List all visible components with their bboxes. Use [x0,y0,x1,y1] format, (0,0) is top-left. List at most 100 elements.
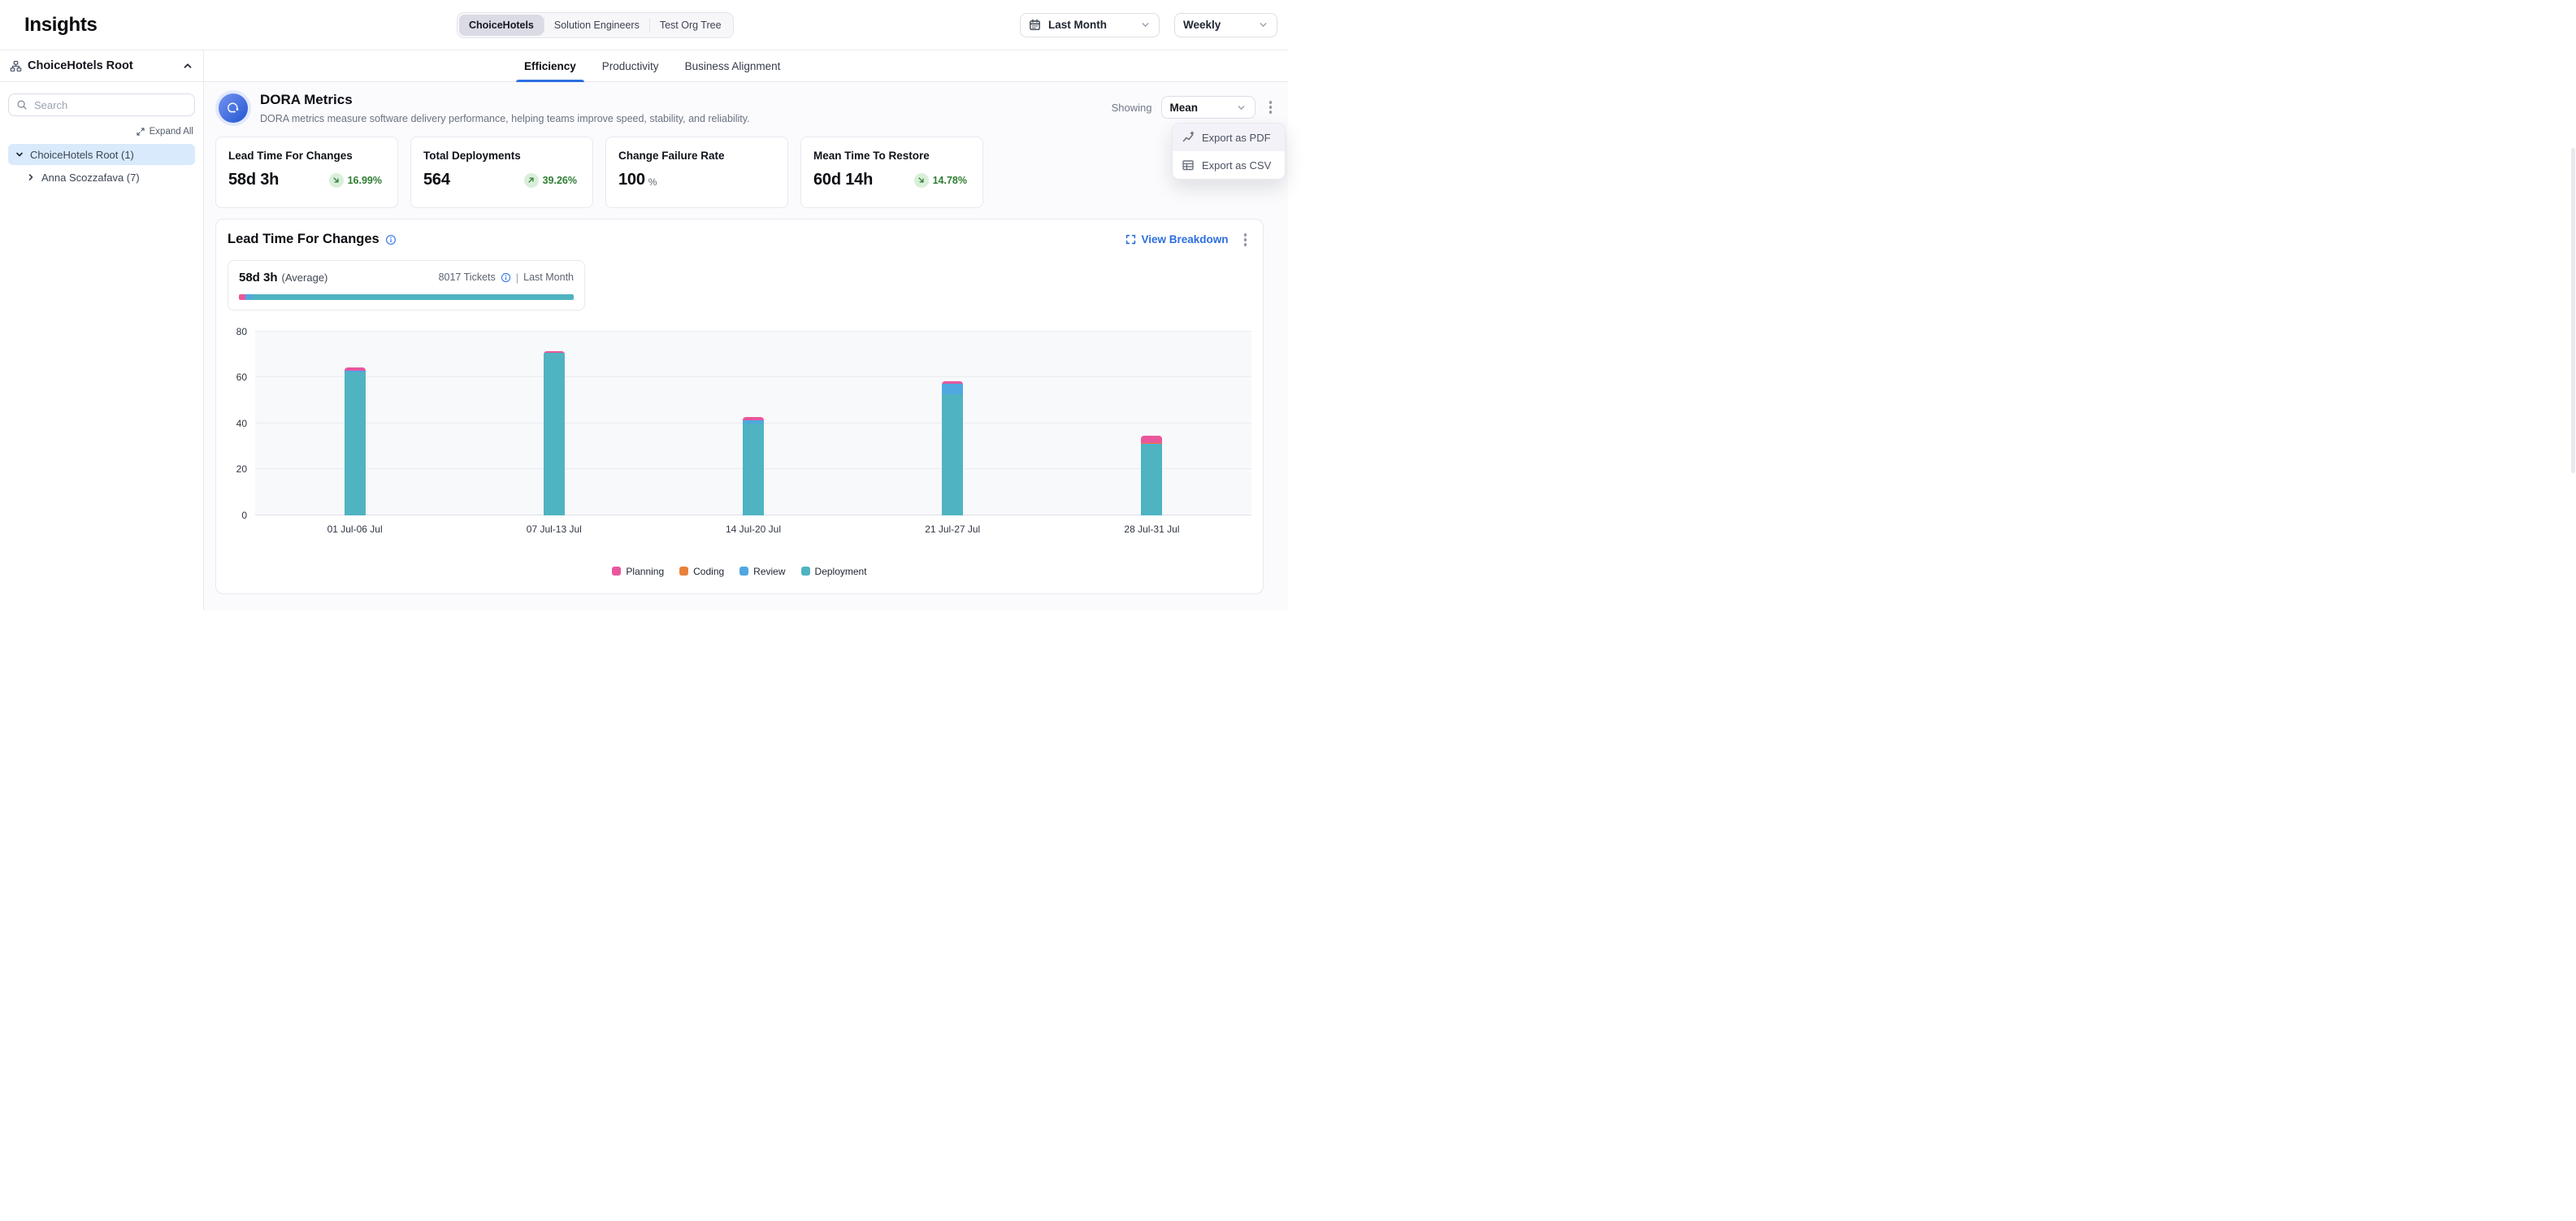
collapse-sidebar-button[interactable] [182,60,193,72]
info-icon[interactable] [385,234,397,246]
legend-color-chip [739,567,748,576]
showing-label: Showing [1112,102,1152,114]
scrollbar-thumb[interactable] [2571,148,2575,473]
org-tab-solution-engineers[interactable]: Solution Engineers [544,15,649,36]
view-breakdown-label: View Breakdown [1141,233,1228,246]
gridline-60 [255,376,1251,377]
tab-efficiency[interactable]: Efficiency [523,50,578,81]
scrollbar[interactable] [2570,50,2576,1221]
period-dropdown[interactable]: Last Month [1020,13,1160,37]
org-tree-switcher: ChoiceHotels Solution Engineers Test Org… [457,12,734,38]
dora-header: DORA Metrics DORA metrics measure softwa… [215,90,1277,126]
org-tab-choicehotels[interactable]: ChoiceHotels [459,15,544,36]
dora-kebab-menu-button[interactable] [1264,98,1277,117]
info-icon[interactable] [501,272,511,283]
sidebar-search[interactable] [8,93,195,116]
legend-item-coding[interactable]: Coding [679,566,724,577]
tab-business-alignment[interactable]: Business Alignment [683,50,783,81]
card-total-deployments: Total Deployments 564 39.26% [410,137,593,208]
dora-titles: DORA Metrics DORA metrics measure softwa… [260,90,750,124]
legend-label: Deployment [815,566,867,577]
lead-time-chart-card: Lead Time For Changes View Breakdown [215,219,1264,594]
bar-segment-planning [1141,436,1162,442]
legend-color-chip [801,567,810,576]
plot-area [255,332,1251,515]
aggregation-dropdown[interactable]: Mean [1161,96,1255,119]
trend-up-icon [524,173,539,188]
x-tick-label: 14 Jul-20 Jul [653,524,852,535]
legend-item-review[interactable]: Review [739,566,785,577]
granularity-dropdown[interactable]: Weekly [1174,13,1277,37]
y-tick-label: 80 [236,327,247,337]
chart-line-icon [1182,131,1195,144]
export-menu: Export as PDF Export as CSV [1172,123,1286,180]
trend-percent: 39.26% [543,175,577,186]
stacked-bar-chart: 020406080 [228,332,1251,515]
y-tick-label: 60 [236,372,247,382]
bar-segment-deployment [743,424,764,515]
legend-label: Planning [626,566,664,577]
sidebar-body: Expand All ChoiceHotels Root (1) Anna Sc… [0,82,203,199]
chevron-down-icon [1236,102,1247,113]
chart-legend: Planning Coding Review Deployment [228,566,1251,582]
export-menu-item-export-as-csv[interactable]: Export as CSV [1173,151,1285,179]
page-layout: ChoiceHotels Root Expand All [0,50,1288,610]
card-change-failure-rate: Change Failure Rate 100 % [605,137,788,208]
view-tabs: Efficiency Productivity Business Alignme… [204,50,1288,82]
tree-item-label: ChoiceHotels Root (1) [30,149,134,161]
tree-item-choicehotels-root[interactable]: ChoiceHotels Root (1) [8,144,195,165]
average-label: (Average) [282,272,328,284]
phase-progress-bar [239,294,574,300]
tab-productivity[interactable]: Productivity [601,50,661,81]
legend-label: Coding [693,566,724,577]
legend-item-deployment[interactable]: Deployment [801,566,867,577]
metric-value: 100 [618,171,645,189]
expand-all-button[interactable]: Expand All [8,127,195,137]
topbar: Insights ChoiceHotels Solution Engineers… [0,0,1288,50]
metric-trend: 14.78% [914,173,970,188]
expand-corners-icon [1125,234,1136,245]
org-tree: ChoiceHotels Root (1) Anna Scozzafava (7… [8,144,195,188]
card-lead-time-for-changes: Lead Time For Changes 58d 3h 16.99% [215,137,398,208]
metric-title: Mean Time To Restore [813,150,970,162]
metric-cards-row: Lead Time For Changes 58d 3h 16.99% Tota… [215,137,1277,208]
metric-title: Lead Time For Changes [228,150,385,162]
gridline-80 [255,331,1251,332]
view-breakdown-button[interactable]: View Breakdown [1125,233,1228,246]
separator: | [516,272,518,284]
x-tick-label: 01 Jul-06 Jul [255,524,454,535]
dora-icon-halo [215,90,251,126]
y-tick-label: 40 [236,419,247,428]
legend-color-chip [612,567,621,576]
org-tab-test-org-tree[interactable]: Test Org Tree [650,15,731,36]
legend-item-planning[interactable]: Planning [612,566,664,577]
metric-trend: 39.26% [524,173,580,188]
progress-segment-deployment [253,294,574,300]
export-menu-item-label: Export as CSV [1202,159,1271,172]
bar-14-jul-20-jul[interactable] [743,417,764,515]
bar-segment-deployment [942,394,963,515]
org-hierarchy-icon [10,60,22,72]
tree-item-anna-scozzafava[interactable]: Anna Scozzafava (7) [20,167,195,188]
progress-segment-review [245,294,253,300]
bar-segment-deployment [544,353,565,515]
bar-01-jul-06-jul[interactable] [345,367,366,515]
legend-color-chip [679,567,688,576]
export-menu-item-label: Export as PDF [1202,132,1271,144]
y-axis: 020406080 [228,332,255,515]
trend-percent: 14.78% [933,175,967,186]
bar-07-jul-13-jul[interactable] [544,351,565,515]
metric-value: 58d 3h [228,171,279,189]
chart-title: Lead Time For Changes [228,232,397,247]
bar-28-jul-31-jul[interactable] [1141,436,1162,515]
chart-header: Lead Time For Changes View Breakdown [228,230,1251,250]
bar-21-jul-27-jul[interactable] [942,381,963,515]
metric-value: 60d 14h [813,171,873,189]
card-mean-time-to-restore: Mean Time To Restore 60d 14h 14.78% [800,137,983,208]
export-menu-item-export-as-pdf[interactable]: Export as PDF [1173,124,1285,151]
chart-kebab-menu-button[interactable] [1239,230,1252,250]
metric-value: 564 [423,171,450,189]
x-tick-label: 21 Jul-27 Jul [853,524,1052,535]
search-input[interactable] [34,99,187,111]
sidebar-title: ChoiceHotels Root [28,59,133,72]
